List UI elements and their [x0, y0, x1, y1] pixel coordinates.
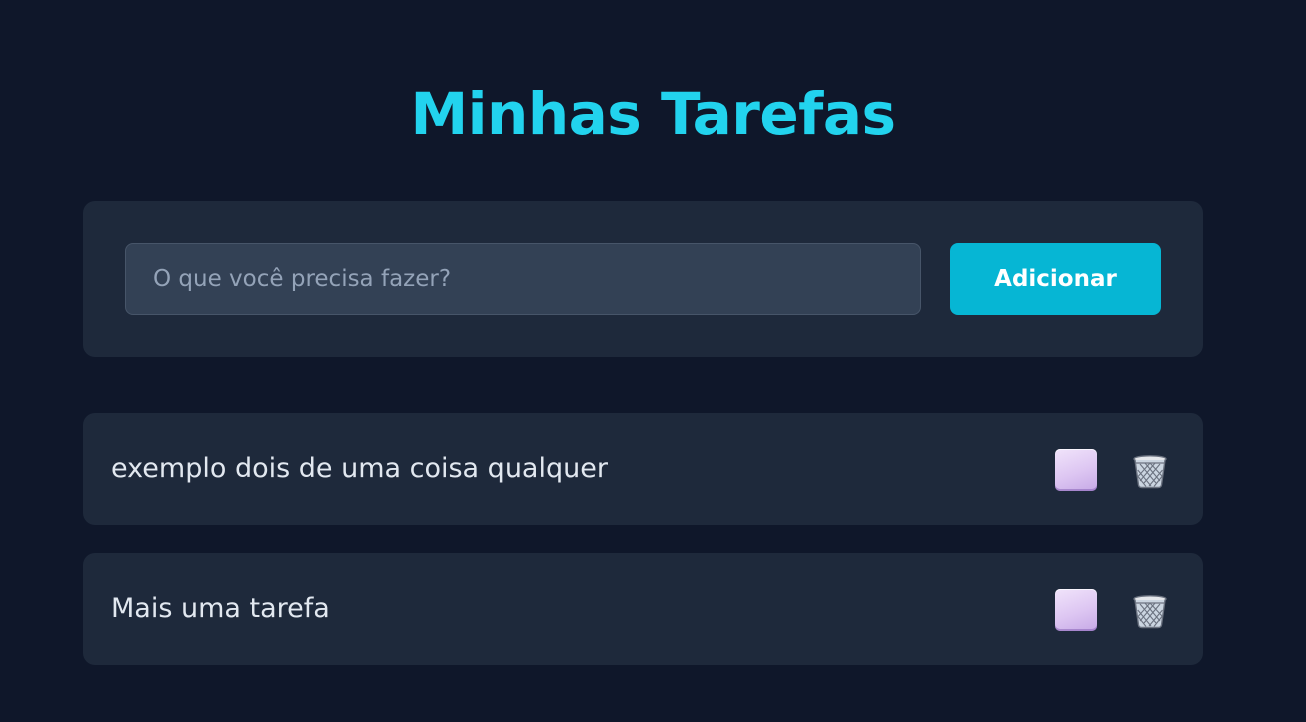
task-text: Mais uma tarefa [111, 593, 330, 624]
checkbox-icon[interactable] [1055, 589, 1097, 631]
task-item: exemplo dois de uma coisa qualquer [83, 413, 1203, 525]
task-text: exemplo dois de uma coisa qualquer [111, 453, 608, 484]
checkbox-icon[interactable] [1055, 449, 1097, 491]
trash-icon[interactable] [1129, 449, 1171, 491]
task-item: Mais uma tarefa [83, 553, 1203, 665]
page-title: Minhas Tarefas [410, 80, 896, 148]
add-button[interactable]: Adicionar [950, 243, 1161, 315]
add-task-form: Adicionar [83, 201, 1203, 357]
task-input[interactable] [125, 243, 921, 315]
trash-icon[interactable] [1129, 589, 1171, 631]
